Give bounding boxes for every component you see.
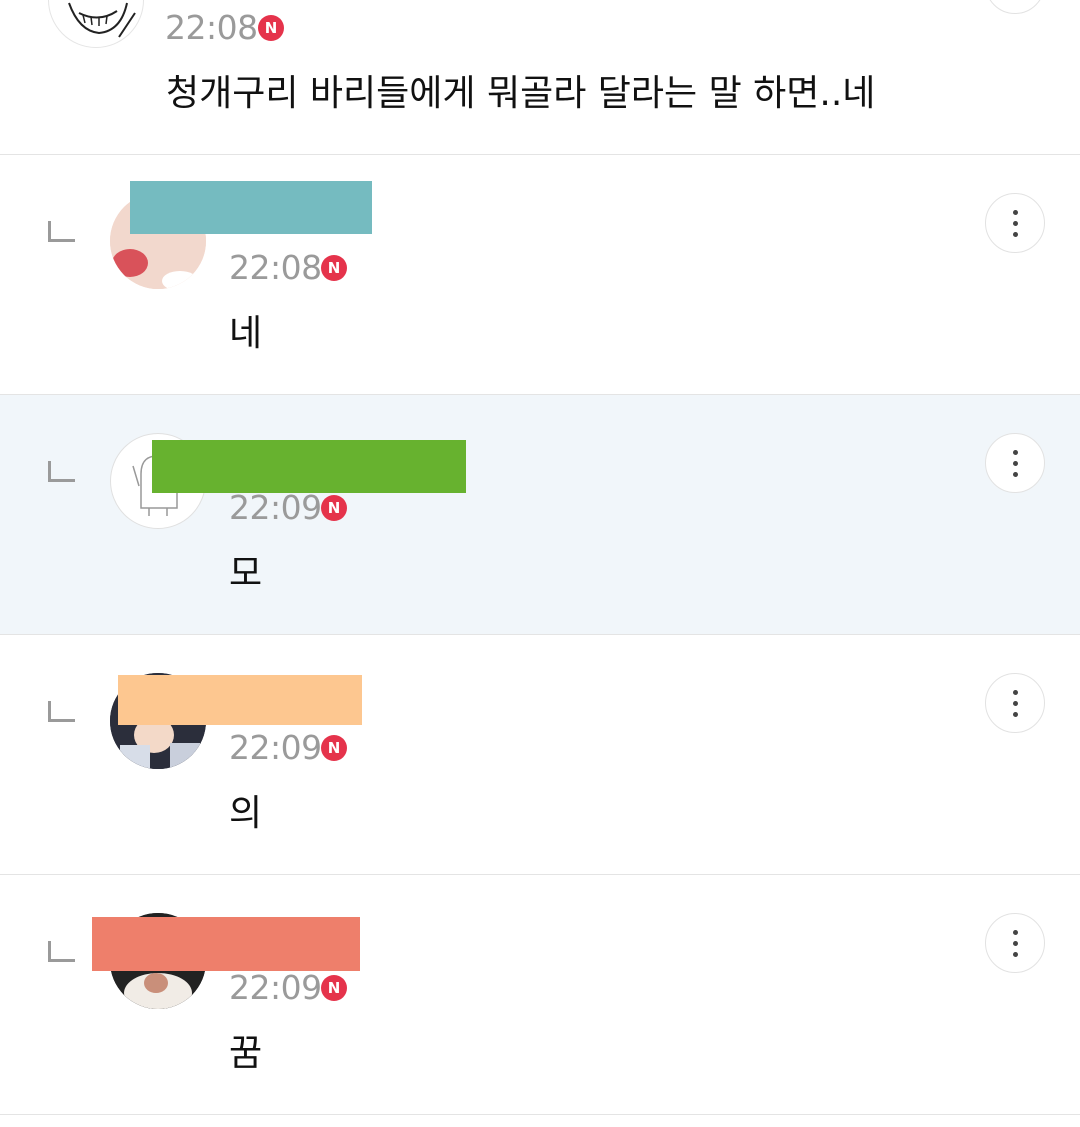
- redacted-username: [92, 917, 360, 971]
- reply-arrow-icon: [48, 701, 75, 722]
- comment-text: 모: [229, 553, 263, 594]
- comment-time: 22:08: [229, 248, 322, 287]
- new-badge-icon: N: [321, 495, 347, 521]
- comment-text: 청개구리 바리들에게 뭐골라 달라는 말 하면..네: [166, 73, 876, 114]
- redacted-username: [152, 440, 466, 493]
- more-options-button[interactable]: [985, 673, 1045, 733]
- redacted-username: [130, 181, 372, 234]
- reply-row: 22:09 N 모: [0, 395, 1080, 634]
- new-badge-icon: N: [321, 255, 347, 281]
- reply-row: 22:08 N 네: [0, 155, 1080, 394]
- comment-time: 22:09: [229, 728, 322, 767]
- more-options-button[interactable]: [985, 433, 1045, 493]
- comment-time: 22:09: [229, 968, 322, 1007]
- reply-arrow-icon: [48, 461, 75, 482]
- reply-arrow-icon: [48, 941, 75, 962]
- comment-text: 네: [229, 313, 263, 354]
- comment-text: 의: [229, 793, 263, 834]
- reply-arrow-icon: [48, 221, 75, 242]
- more-options-button[interactable]: [985, 193, 1045, 253]
- new-badge-icon: N: [321, 735, 347, 761]
- reply-row: 22:09 N 의: [0, 635, 1080, 874]
- comment-time: 22:08: [165, 8, 258, 47]
- redacted-username: [118, 675, 362, 725]
- reply-row: 22:09 N 꿈: [0, 875, 1080, 1114]
- divider: [0, 1114, 1080, 1115]
- more-options-button[interactable]: [985, 0, 1045, 14]
- new-badge-icon: N: [321, 975, 347, 1001]
- cartoon-face-icon: [68, 2, 136, 38]
- avatar[interactable]: [48, 0, 144, 48]
- more-options-button[interactable]: [985, 913, 1045, 973]
- new-badge-icon: N: [258, 15, 284, 41]
- comment-time: 22:09: [229, 488, 322, 527]
- comment-text: 꿈: [229, 1033, 263, 1074]
